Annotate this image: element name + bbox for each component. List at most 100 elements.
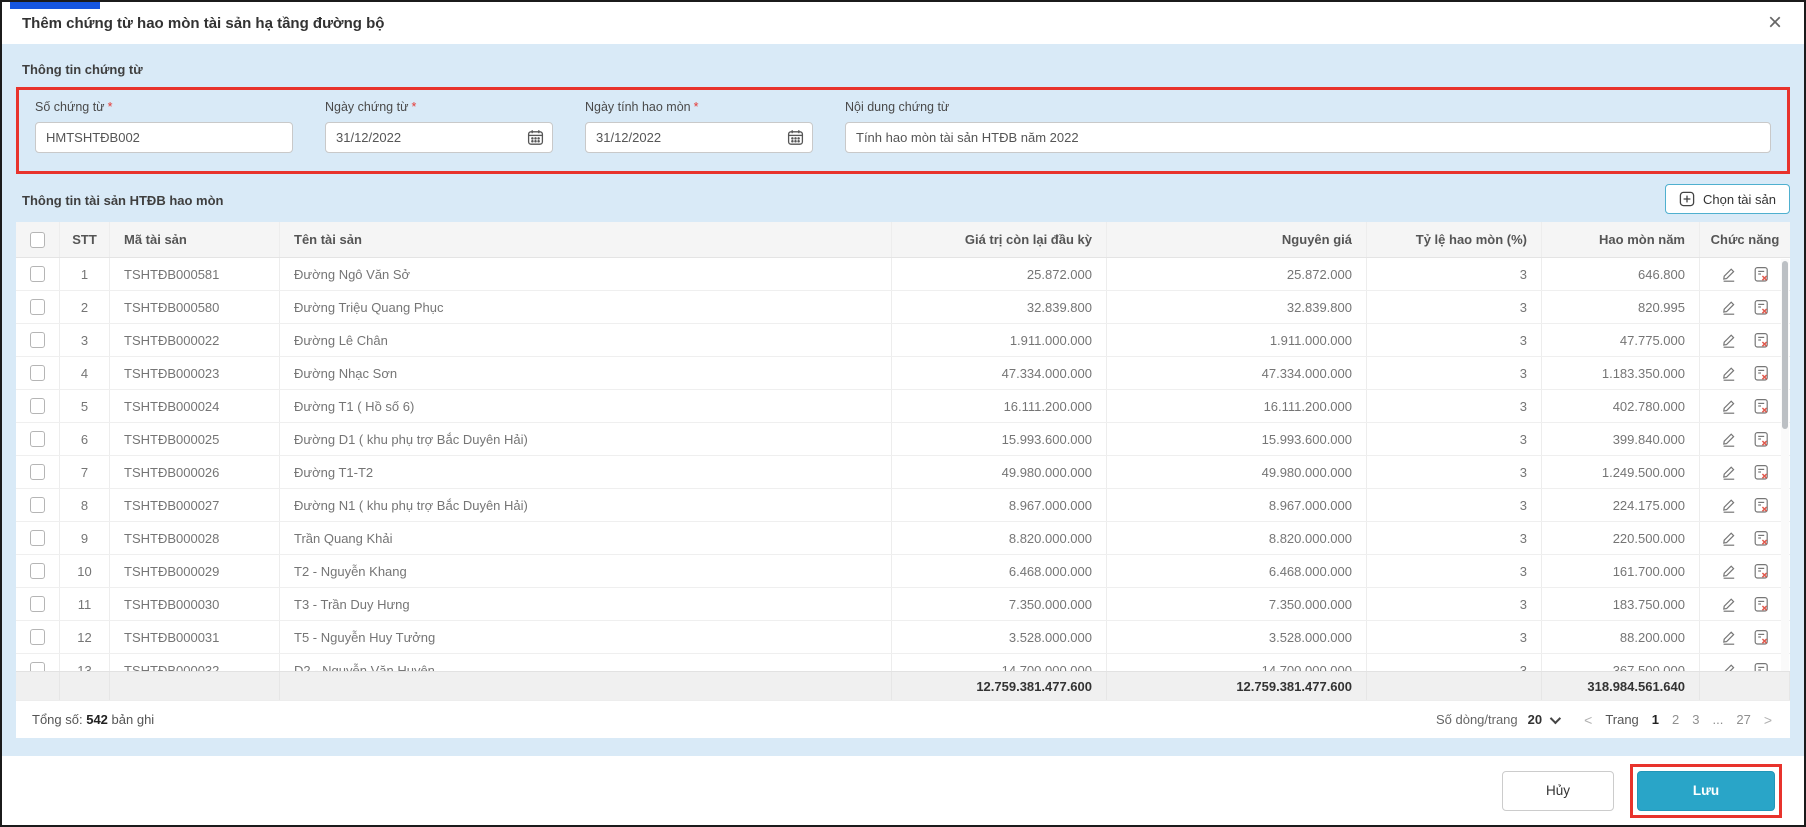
- row-depreciation-rate: 3: [1367, 621, 1542, 653]
- table-row: 5 TSHTĐB000024 Đường T1 ( Hồ số 6) 16.11…: [16, 390, 1790, 423]
- remove-asset-icon[interactable]: [1753, 497, 1770, 514]
- save-button[interactable]: Lưu: [1637, 770, 1775, 811]
- remove-asset-icon[interactable]: [1753, 662, 1770, 671]
- voucher-number-input[interactable]: [35, 122, 293, 153]
- select-all-checkbox[interactable]: [30, 231, 45, 248]
- row-residual-value: 6.468.000.000: [892, 555, 1107, 587]
- column-header-rate: Tỷ lệ hao mòn (%): [1367, 222, 1542, 257]
- voucher-date-input[interactable]: [325, 122, 553, 153]
- row-asset-name: Đường N1 ( khu phụ trợ Bắc Duyên Hải): [280, 489, 892, 521]
- row-depreciation-rate: 3: [1367, 555, 1542, 587]
- row-stt: 13: [60, 654, 110, 671]
- row-checkbox[interactable]: [30, 530, 45, 546]
- edit-icon[interactable]: [1721, 365, 1737, 381]
- cancel-button[interactable]: Hủy: [1502, 770, 1614, 811]
- page-number[interactable]: 2: [1672, 712, 1679, 727]
- row-checkbox[interactable]: [30, 299, 45, 315]
- remove-asset-icon[interactable]: [1753, 464, 1770, 481]
- edit-icon[interactable]: [1721, 266, 1737, 282]
- total-residual: 12.759.381.477.600: [892, 672, 1107, 700]
- row-stt: 1: [60, 258, 110, 290]
- total-annual: 318.984.561.640: [1542, 672, 1700, 700]
- row-residual-value: 8.820.000.000: [892, 522, 1107, 554]
- page-number[interactable]: 3: [1692, 712, 1699, 727]
- remove-asset-icon[interactable]: [1753, 398, 1770, 415]
- row-checkbox[interactable]: [30, 398, 45, 414]
- row-depreciation-rate: 3: [1367, 423, 1542, 455]
- row-depreciation-rate: 3: [1367, 324, 1542, 356]
- row-checkbox[interactable]: [30, 266, 45, 282]
- row-checkbox[interactable]: [30, 662, 45, 671]
- row-checkbox[interactable]: [30, 596, 45, 612]
- table-row: 8 TSHTĐB000027 Đường N1 ( khu phụ trợ Bắ…: [16, 489, 1790, 522]
- edit-icon[interactable]: [1721, 563, 1737, 579]
- row-asset-name: D2 - Nguyễn Văn Huyên: [280, 654, 892, 671]
- edit-icon[interactable]: [1721, 299, 1737, 315]
- close-icon[interactable]: ×: [1768, 11, 1782, 35]
- remove-asset-icon[interactable]: [1753, 431, 1770, 448]
- row-annual-depreciation: 224.175.000: [1542, 489, 1700, 521]
- scrollbar-thumb[interactable]: [1782, 261, 1788, 429]
- row-residual-value: 15.993.600.000: [892, 423, 1107, 455]
- edit-icon[interactable]: [1721, 497, 1737, 513]
- row-checkbox[interactable]: [30, 332, 45, 348]
- table-header-row: STT Mã tài sản Tên tài sản Giá trị còn l…: [16, 222, 1790, 258]
- row-checkbox[interactable]: [30, 464, 45, 480]
- calendar-icon[interactable]: [787, 129, 804, 146]
- choose-assets-button[interactable]: Chọn tài sản: [1665, 184, 1790, 214]
- pagination: < Trang 1 2 3... 27 >: [1584, 712, 1772, 728]
- table-row: 11 TSHTĐB000030 T3 - Trần Duy Hưng 7.350…: [16, 588, 1790, 621]
- row-original-cost: 32.839.800: [1107, 291, 1367, 323]
- rows-per-page-select[interactable]: 20: [1528, 712, 1562, 727]
- table-scrollbar[interactable]: [1781, 259, 1789, 671]
- row-original-cost: 8.967.000.000: [1107, 489, 1367, 521]
- modal-body: Thông tin chứng từ Số chứng từ* Ngày chứ…: [2, 44, 1804, 756]
- next-page-button[interactable]: >: [1764, 712, 1772, 728]
- remove-asset-icon[interactable]: [1753, 563, 1770, 580]
- row-original-cost: 8.820.000.000: [1107, 522, 1367, 554]
- edit-icon[interactable]: [1721, 464, 1737, 480]
- row-checkbox[interactable]: [30, 629, 45, 645]
- table-row: 13 TSHTĐB000032 D2 - Nguyễn Văn Huyên 14…: [16, 654, 1790, 671]
- row-annual-depreciation: 161.700.000: [1542, 555, 1700, 587]
- row-annual-depreciation: 402.780.000: [1542, 390, 1700, 422]
- previous-page-button[interactable]: <: [1584, 712, 1592, 728]
- row-asset-name: T2 - Nguyễn Khang: [280, 555, 892, 587]
- page-ellipsis: ...: [1712, 712, 1724, 727]
- edit-icon[interactable]: [1721, 431, 1737, 447]
- row-annual-depreciation: 820.995: [1542, 291, 1700, 323]
- row-original-cost: 7.350.000.000: [1107, 588, 1367, 620]
- row-checkbox[interactable]: [30, 563, 45, 579]
- remove-asset-icon[interactable]: [1753, 266, 1770, 283]
- page-number[interactable]: 1: [1652, 712, 1659, 727]
- row-stt: 4: [60, 357, 110, 389]
- remove-asset-icon[interactable]: [1753, 332, 1770, 349]
- remove-asset-icon[interactable]: [1753, 596, 1770, 613]
- row-checkbox[interactable]: [30, 365, 45, 381]
- page-number[interactable]: 27: [1736, 712, 1750, 727]
- remove-asset-icon[interactable]: [1753, 530, 1770, 547]
- remove-asset-icon[interactable]: [1753, 629, 1770, 646]
- remove-asset-icon[interactable]: [1753, 299, 1770, 316]
- voucher-number-label: Số chứng từ *: [35, 100, 113, 114]
- row-annual-depreciation: 399.840.000: [1542, 423, 1700, 455]
- row-residual-value: 14.700.000.000: [892, 654, 1107, 671]
- remove-asset-icon[interactable]: [1753, 365, 1770, 382]
- edit-icon[interactable]: [1721, 530, 1737, 546]
- edit-icon[interactable]: [1721, 629, 1737, 645]
- edit-icon[interactable]: [1721, 332, 1737, 348]
- calendar-icon[interactable]: [527, 129, 544, 146]
- row-checkbox[interactable]: [30, 431, 45, 447]
- column-header-residual: Giá trị còn lại đầu kỳ: [892, 222, 1107, 257]
- voucher-content-input[interactable]: [845, 122, 1771, 153]
- edit-icon[interactable]: [1721, 662, 1737, 671]
- row-asset-code: TSHTĐB000025: [110, 423, 280, 455]
- row-stt: 9: [60, 522, 110, 554]
- depreciation-date-input[interactable]: [585, 122, 813, 153]
- row-asset-name: Đường T1 ( Hồ số 6): [280, 390, 892, 422]
- edit-icon[interactable]: [1721, 596, 1737, 612]
- row-asset-name: Trần Quang Khải: [280, 522, 892, 554]
- row-checkbox[interactable]: [30, 497, 45, 513]
- row-asset-code: TSHTĐB000031: [110, 621, 280, 653]
- edit-icon[interactable]: [1721, 398, 1737, 414]
